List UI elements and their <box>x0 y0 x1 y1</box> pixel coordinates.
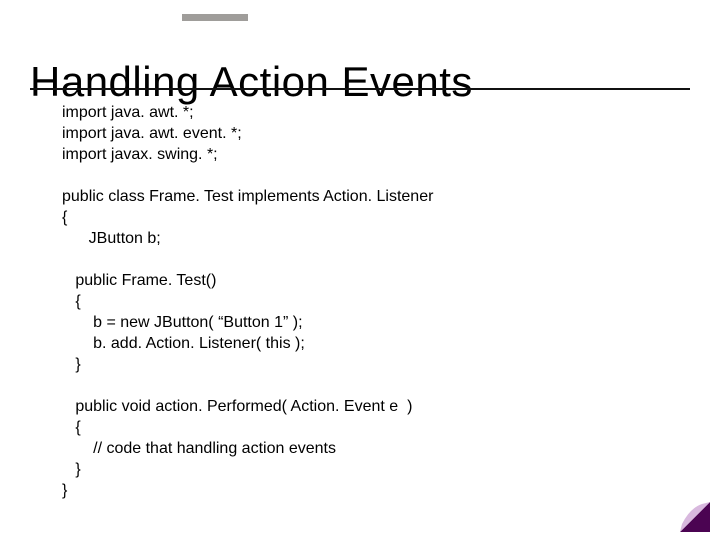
decorative-top-bar <box>182 14 248 21</box>
code-block: import java. awt. *; import java. awt. e… <box>62 102 433 501</box>
page-curl-icon <box>680 502 710 532</box>
title-underline <box>30 88 690 90</box>
slide-title: Handling Action Events <box>30 58 473 106</box>
